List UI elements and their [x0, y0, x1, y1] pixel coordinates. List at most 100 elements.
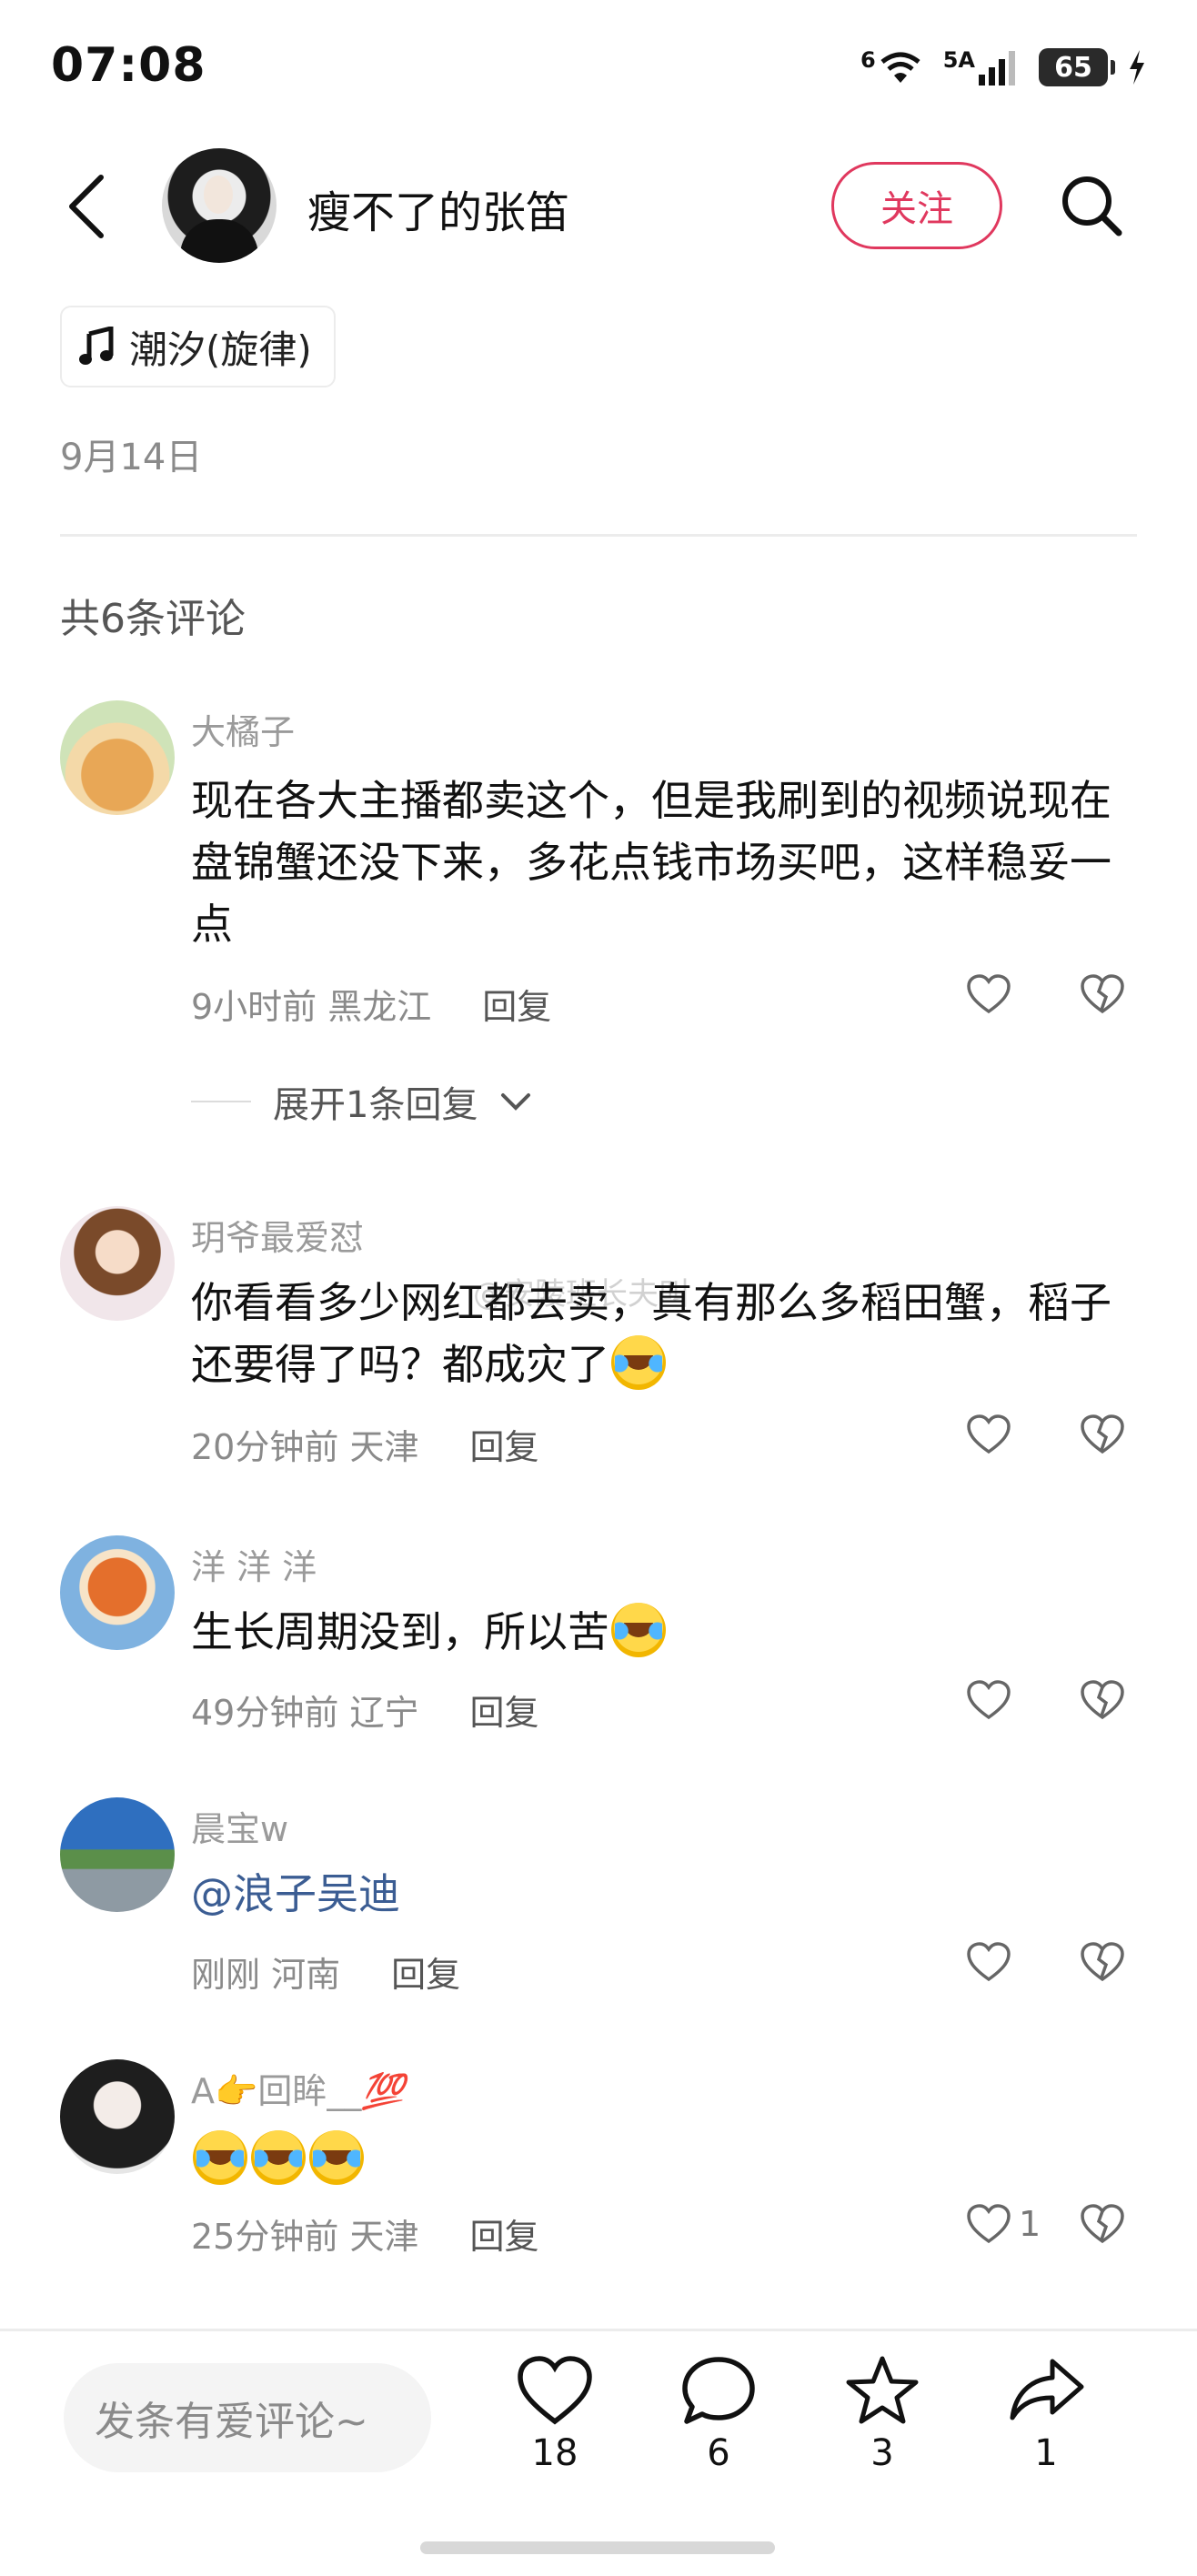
comment-bubble-icon: [682, 2357, 755, 2424]
music-chip[interactable]: 潮汐(旋律): [60, 306, 336, 387]
dislike-button[interactable]: [1080, 1679, 1125, 1725]
comment-meta: 25分钟前 天津 回复: [191, 2209, 538, 2259]
heart-icon: [967, 974, 1011, 1014]
comment-location: 河南: [271, 1955, 341, 1995]
comment-text: 生长周期没到，所以苦: [191, 1601, 1137, 1663]
dislike-button[interactable]: [1080, 1414, 1125, 1459]
heart-icon: [967, 1680, 1011, 1720]
crying-laughing-emoji-icon: [193, 2130, 247, 2185]
reply-button[interactable]: 回复: [469, 1685, 538, 1735]
cell-signal-icon: 5A: [943, 49, 1019, 86]
commenter-avatar[interactable]: [60, 1797, 175, 1912]
comment-meta: 49分钟前 辽宁 回复: [191, 1685, 538, 1735]
comment-location: 辽宁: [349, 1693, 419, 1733]
like-count: 18: [531, 2432, 578, 2474]
battery-icon: 65: [1039, 48, 1115, 86]
reply-button[interactable]: 回复: [469, 1419, 538, 1469]
commenter-avatar[interactable]: [60, 1206, 175, 1321]
comment-location: 天津: [349, 2217, 419, 2257]
signal-label: 5A: [942, 47, 975, 73]
commenter-avatar[interactable]: [60, 1535, 175, 1650]
comment-meta: 刚刚 河南 回复: [191, 1947, 460, 1997]
commenter-name[interactable]: 洋 洋 洋: [191, 1539, 317, 1589]
like-button[interactable]: [966, 1414, 1011, 1455]
dislike-button[interactable]: [1080, 2203, 1125, 2249]
search-button[interactable]: [1055, 169, 1128, 242]
post-date: 9月14日: [60, 437, 203, 478]
commenter-name[interactable]: 晨宝w: [191, 1801, 288, 1851]
heart-icon: [518, 2356, 592, 2425]
commenter-name[interactable]: 玥爷最爱怼: [191, 1210, 364, 1260]
comment-text: 你看看多少网红都去卖，真有那么多稻田蟹，稻子还要得了吗？都成灾了: [191, 1272, 1137, 1395]
broken-heart-icon: [1081, 2204, 1124, 2244]
heart-icon: [967, 2204, 1011, 2244]
author-name[interactable]: 瘦不了的张笛: [307, 176, 569, 240]
comment-input[interactable]: 发条有爱评论~: [64, 2363, 431, 2472]
comment-post-button[interactable]: 6: [655, 2354, 782, 2474]
crying-laughing-emoji-icon: [611, 1335, 666, 1390]
chevron-left-icon: [69, 175, 104, 238]
star-icon: [846, 2356, 919, 2424]
comment-time: 25分钟前: [191, 2217, 339, 2257]
music-title: 潮汐(旋律): [129, 327, 312, 372]
expand-replies-label: 展开1条回复: [273, 1084, 478, 1126]
like-button[interactable]: [966, 1679, 1011, 1721]
like-button[interactable]: [966, 1941, 1011, 1983]
battery-level: 65: [1054, 51, 1092, 84]
music-note-icon: [79, 327, 114, 365]
commenter-avatar[interactable]: [60, 700, 175, 815]
favorite-button[interactable]: 3: [819, 2354, 946, 2474]
dislike-button[interactable]: [1080, 973, 1125, 1019]
crying-laughing-emoji-icon: [251, 2130, 306, 2185]
comment-time: 刚刚: [191, 1955, 261, 1995]
comment-count: 共6条评论: [60, 596, 246, 642]
share-arrow-icon: [1010, 2359, 1084, 2420]
bottom-divider: [0, 2329, 1197, 2331]
heart-icon: [967, 1942, 1011, 1982]
commenter-name-prefix: A: [191, 2071, 215, 2111]
chevron-down-icon: [501, 1093, 531, 1111]
commenter-name[interactable]: 大橘子: [191, 704, 295, 754]
status-time: 07:08: [51, 38, 206, 93]
share-count: 1: [1034, 2432, 1058, 2474]
expand-replies-button[interactable]: 展开1条回复: [191, 1075, 532, 1128]
broken-heart-icon: [1081, 974, 1124, 1014]
author-avatar[interactable]: [162, 148, 277, 263]
comment-time: 9小时前: [191, 987, 317, 1027]
reply-button[interactable]: 回复: [482, 979, 551, 1029]
status-icons: 6 5A 65: [860, 42, 1146, 93]
like-button[interactable]: [966, 973, 1011, 1015]
commenter-name-mid: 回眸__: [257, 2071, 362, 2111]
comment-text: [191, 2128, 1137, 2190]
comment-text: 现在各大主播都卖这个，但是我刷到的视频说现在盘锦蟹还没下来，多花点钱市场买吧，这…: [191, 776, 1112, 949]
reply-button[interactable]: 回复: [391, 1947, 460, 1997]
follow-button[interactable]: 关注: [831, 162, 1002, 249]
divider: [60, 534, 1137, 537]
wifi-icon: 6: [860, 49, 923, 86]
broken-heart-icon: [1081, 1680, 1124, 1720]
commenter-avatar[interactable]: [60, 2059, 175, 2174]
dislike-button[interactable]: [1080, 1941, 1125, 1987]
share-button[interactable]: 1: [982, 2354, 1110, 2474]
crying-laughing-emoji-icon: [611, 1603, 666, 1657]
broken-heart-icon: [1081, 1942, 1124, 1982]
home-indicator[interactable]: [420, 2541, 775, 2554]
comment-time: 20分钟前: [191, 1427, 339, 1467]
commenter-name[interactable]: A👉回眸__💯: [191, 2063, 405, 2113]
pointing-hand-icon: 👉: [215, 2071, 258, 2111]
reply-button[interactable]: 回复: [469, 2209, 538, 2259]
comment-mention[interactable]: @浪子吴迪: [191, 1863, 1137, 1925]
back-button[interactable]: [55, 169, 118, 244]
like-post-button[interactable]: 18: [491, 2354, 619, 2474]
crying-laughing-emoji-icon: [309, 2130, 364, 2185]
comment-meta: 20分钟前 天津 回复: [191, 1419, 538, 1469]
wifi-label: 6: [860, 47, 876, 73]
broken-heart-icon: [1081, 1414, 1124, 1454]
like-button[interactable]: 1: [966, 2203, 1041, 2245]
hundred-points-icon: 💯: [361, 2071, 405, 2111]
heart-icon: [967, 1414, 1011, 1454]
comment-meta: 9小时前 黑龙江 回复: [191, 979, 551, 1029]
favorite-count: 3: [870, 2432, 894, 2474]
comment-text-content: 生长周期没到，所以苦: [191, 1607, 609, 1656]
comment-time: 49分钟前: [191, 1693, 339, 1733]
